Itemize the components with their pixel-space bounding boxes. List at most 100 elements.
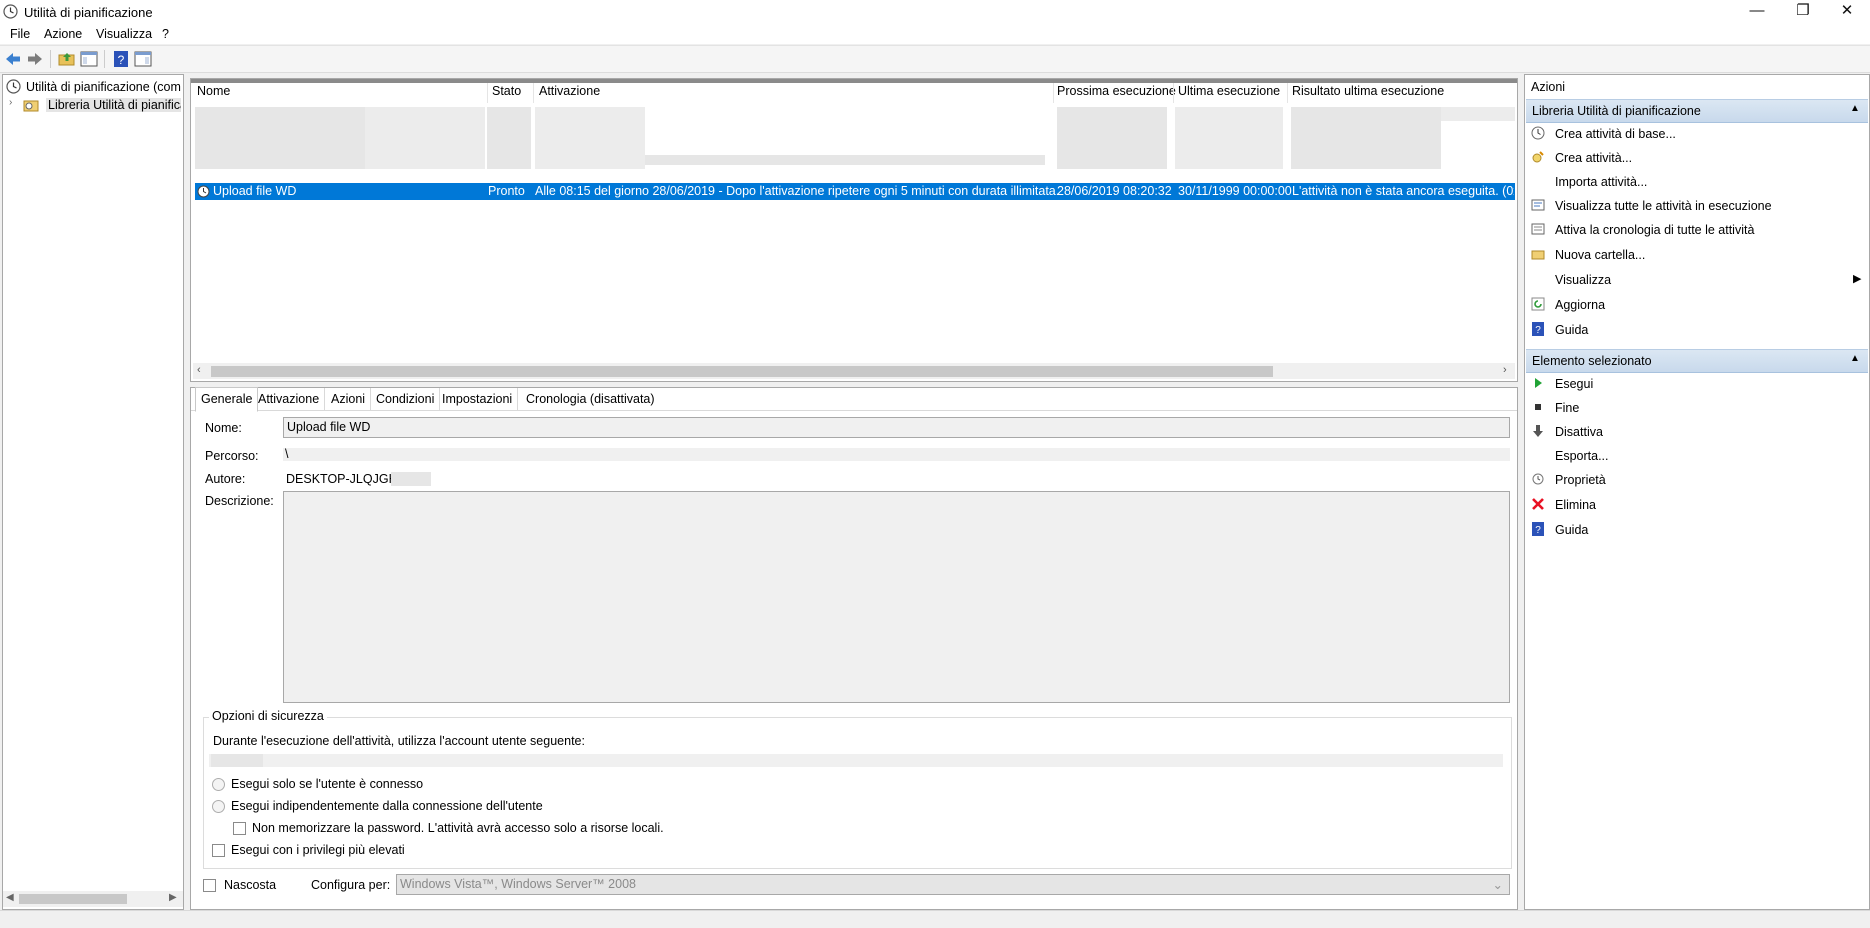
status-bar xyxy=(0,910,1870,928)
pane-border-top xyxy=(191,79,1517,83)
menu-file[interactable]: File xyxy=(10,27,30,41)
action-nuova-cartella[interactable]: Nuova cartella... xyxy=(1525,244,1869,266)
menu-help[interactable]: ? xyxy=(162,27,169,41)
task-list: Nome Stato Attivazione Prossima esecuzio… xyxy=(190,78,1518,382)
redacted-row xyxy=(1441,107,1515,121)
column-header-stato[interactable]: Stato xyxy=(492,84,521,104)
column-header-prossima[interactable]: Prossima esecuzione xyxy=(1057,84,1176,104)
forward-arrow-icon[interactable] xyxy=(26,50,44,68)
menu-azione[interactable]: Azione xyxy=(44,27,82,41)
tab-generale[interactable]: Generale xyxy=(195,387,259,412)
security-options-title: Opzioni di sicurezza xyxy=(209,709,327,723)
show-hide-tree-icon[interactable] xyxy=(80,50,98,68)
disable-icon xyxy=(1533,425,1543,437)
collapse-up-icon[interactable]: ▲ xyxy=(1850,353,1860,364)
configura-label: Configura per: xyxy=(311,878,391,892)
descrizione-textarea[interactable] xyxy=(283,491,1510,703)
scroll-thumb[interactable] xyxy=(211,366,1273,377)
create-task-icon xyxy=(1532,151,1544,163)
account-field xyxy=(209,754,1503,767)
list-horizontal-scrollbar[interactable]: ‹ › xyxy=(193,363,1515,379)
redacted-row xyxy=(365,107,485,169)
column-header-ultima[interactable]: Ultima esecuzione xyxy=(1178,84,1280,104)
section-libreria-title: Libreria Utilità di pianificazione xyxy=(1532,104,1701,118)
action-importa-attivita[interactable]: Importa attività... xyxy=(1525,171,1869,193)
history-icon xyxy=(1531,223,1545,235)
action-label: Visualizza tutte le attività in esecuzio… xyxy=(1555,199,1772,213)
action-crea-attivita-base[interactable]: Crea attività di base... xyxy=(1525,123,1869,145)
action-label: Aggiorna xyxy=(1555,298,1606,312)
action-guida[interactable]: ? Guida xyxy=(1525,319,1869,341)
tab-impostazioni[interactable]: Impostazioni xyxy=(437,388,519,410)
scroll-thumb[interactable] xyxy=(19,894,127,904)
section-libreria-header[interactable]: Libreria Utilità di pianificazione ▲ xyxy=(1526,99,1868,123)
nome-field[interactable]: Upload file WD xyxy=(283,417,1510,438)
tab-cronologia[interactable]: Cronologia (disattivata) xyxy=(521,388,660,410)
action-crea-attivita[interactable]: Crea attività... xyxy=(1525,147,1869,169)
action-elimina[interactable]: Elimina xyxy=(1525,494,1869,516)
action-guida-elemento[interactable]: ? Guida xyxy=(1525,519,1869,541)
tab-attivazione[interactable]: Attivazione xyxy=(253,388,326,410)
configura-select[interactable]: Windows Vista™, Windows Server™ 2008 ⌄ xyxy=(396,874,1510,895)
action-label: Fine xyxy=(1555,401,1580,415)
back-arrow-icon[interactable] xyxy=(4,50,22,68)
close-button[interactable]: ✕ xyxy=(1824,0,1870,24)
checkbox-nascosta[interactable] xyxy=(203,879,216,892)
radio-indipendente[interactable] xyxy=(212,800,225,813)
action-visualizza-in-esecuzione[interactable]: Visualizza tutte le attività in esecuzio… xyxy=(1525,195,1869,217)
column-separator xyxy=(487,83,488,103)
scroll-left-icon[interactable]: ‹ xyxy=(197,364,201,376)
tree-library-label: Libreria Utilità di pianifica xyxy=(46,98,181,112)
action-proprieta[interactable]: Proprietà xyxy=(1525,469,1869,491)
action-esegui[interactable]: Esegui xyxy=(1525,373,1869,395)
restore-button[interactable]: ❐ xyxy=(1780,0,1826,24)
checkbox-no-password[interactable] xyxy=(233,822,246,835)
help-icon[interactable]: ? xyxy=(112,50,130,68)
action-aggiorna[interactable]: Aggiorna xyxy=(1525,294,1869,316)
minimize-button[interactable]: — xyxy=(1734,0,1780,24)
percorso-field xyxy=(283,448,1510,461)
cell-prossima: 28/06/2019 08:20:32 xyxy=(1057,184,1172,198)
collapse-up-icon[interactable]: ▲ xyxy=(1850,103,1860,114)
action-fine[interactable]: Fine xyxy=(1525,397,1869,419)
column-header-nome[interactable]: Nome xyxy=(197,84,230,104)
cell-nome: Upload file WD xyxy=(213,184,297,198)
column-header-risultato[interactable]: Risultato ultima esecuzione xyxy=(1292,84,1444,104)
chevron-right-icon[interactable]: › xyxy=(9,97,12,108)
redacted-username xyxy=(391,472,431,486)
actions-title: Azioni xyxy=(1531,80,1566,94)
action-attiva-cronologia[interactable]: Attiva la cronologia di tutte le attivit… xyxy=(1525,219,1869,241)
column-header-attivazione[interactable]: Attivazione xyxy=(539,84,600,104)
redacted-row xyxy=(535,107,645,169)
radio-utente-connesso[interactable] xyxy=(212,778,225,791)
wizard-icon xyxy=(1531,126,1545,140)
tab-azioni[interactable]: Azioni xyxy=(326,388,372,410)
scroll-right-icon[interactable]: › xyxy=(1503,364,1507,376)
folder-up-icon[interactable] xyxy=(58,50,76,68)
checkbox-privilegi[interactable] xyxy=(212,844,225,857)
menu-visualizza[interactable]: Visualizza xyxy=(96,27,152,41)
window-title: Utilità di pianificazione xyxy=(24,5,153,20)
tree-root-item[interactable]: Utilità di pianificazione (comp xyxy=(6,79,181,95)
action-label: Disattiva xyxy=(1555,425,1603,439)
chevron-down-icon: ⌄ xyxy=(1492,878,1503,892)
checkbox-privilegi-label: Esegui con i privilegi più elevati xyxy=(231,843,405,857)
delete-icon xyxy=(1532,498,1544,510)
tree-library-item[interactable]: › Libreria Utilità di pianifica xyxy=(9,97,181,113)
scroll-left-icon[interactable]: ◀ xyxy=(6,892,14,903)
toolbar: ? xyxy=(0,45,1870,73)
section-elemento-header[interactable]: Elemento selezionato ▲ xyxy=(1526,349,1868,373)
tab-condizioni[interactable]: Condizioni xyxy=(371,388,441,410)
action-visualizza[interactable]: Visualizza ▶ xyxy=(1525,269,1869,291)
toolbar-separator xyxy=(50,50,51,68)
action-disattiva[interactable]: Disattiva xyxy=(1525,421,1869,443)
autore-label: Autore: xyxy=(205,472,246,486)
redacted-row xyxy=(645,155,1045,165)
scroll-right-icon[interactable]: ▶ xyxy=(169,892,177,903)
show-hide-actions-icon[interactable] xyxy=(134,50,152,68)
title-bar: Utilità di pianificazione — ❐ ✕ xyxy=(0,0,1870,24)
action-label: Crea attività... xyxy=(1555,151,1633,165)
action-esporta[interactable]: Esporta... xyxy=(1525,445,1869,467)
tree-horizontal-scrollbar[interactable]: ◀ ▶ xyxy=(3,891,183,907)
table-row-selected[interactable]: Upload file WD Pronto Alle 08:15 del gio… xyxy=(195,183,1515,200)
